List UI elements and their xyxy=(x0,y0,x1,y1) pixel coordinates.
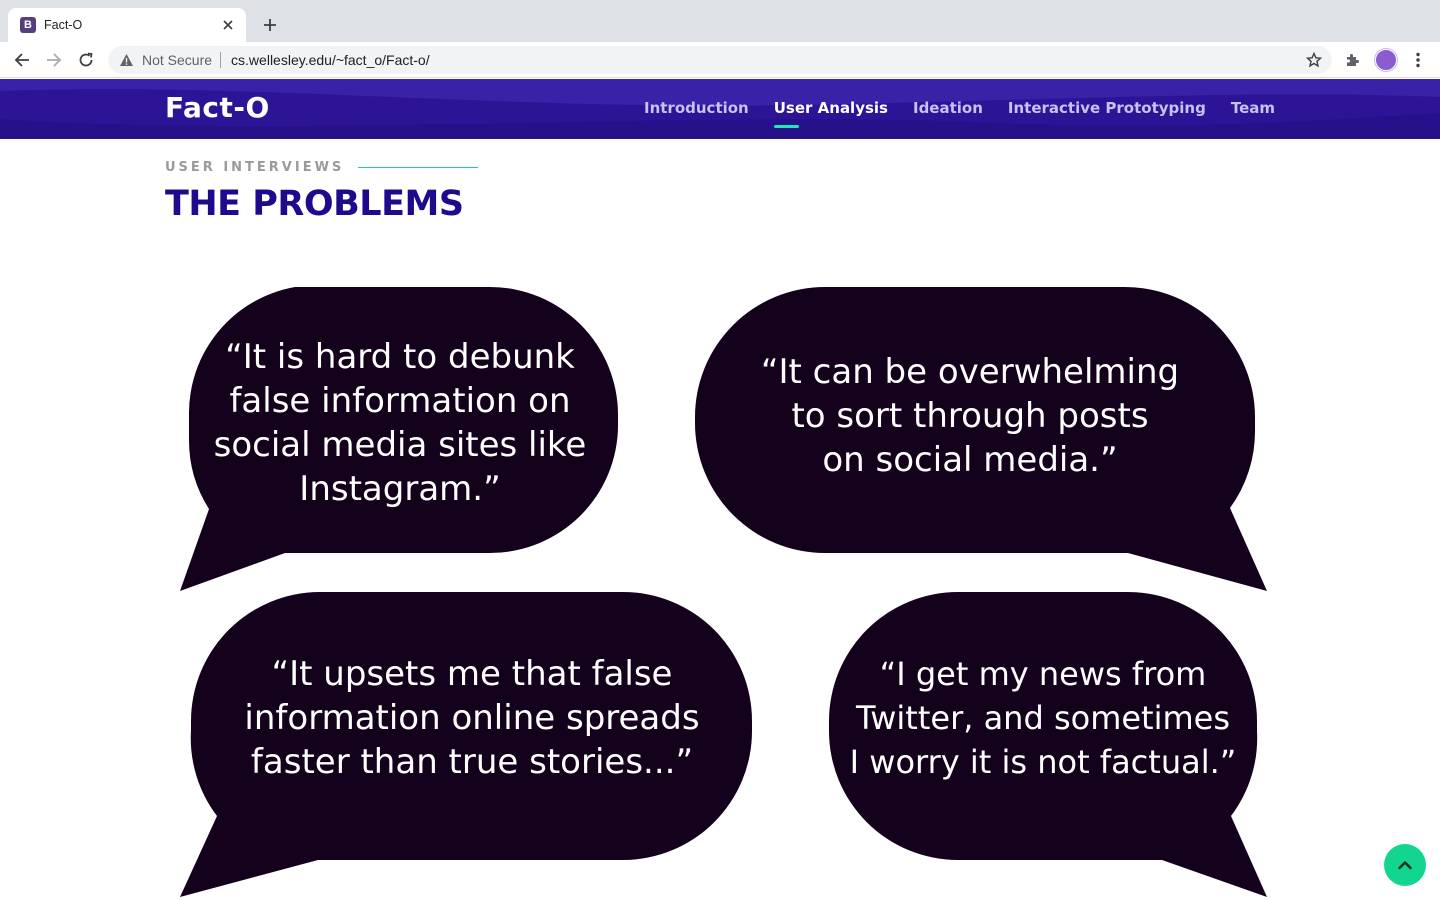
new-tab-icon[interactable] xyxy=(258,13,282,37)
main-nav: Introduction User Analysis Ideation Inte… xyxy=(619,99,1275,128)
nav-team[interactable]: Team xyxy=(1231,99,1275,117)
nav-introduction[interactable]: Introduction xyxy=(644,99,749,117)
bookmark-star-icon[interactable] xyxy=(1304,50,1324,70)
profile-avatar[interactable] xyxy=(1375,49,1397,71)
browser-tabstrip: B Fact-O xyxy=(0,0,1440,42)
forward-arrow-icon[interactable] xyxy=(42,48,66,72)
quote-line: social media sites like xyxy=(213,425,587,465)
site-logo[interactable]: Fact-O xyxy=(165,91,270,124)
nav-interactive-prototyping[interactable]: Interactive Prototyping xyxy=(1008,99,1206,117)
quote-3: “It upsets me that false information onl… xyxy=(208,652,736,784)
security-label[interactable]: Not Secure xyxy=(142,52,212,68)
bootstrap-favicon-icon: B xyxy=(20,17,36,33)
quote-line: “It is hard to debunk xyxy=(225,337,575,377)
quote-line: “It can be overwhelming xyxy=(760,352,1180,392)
nav-ideation[interactable]: Ideation xyxy=(913,99,983,117)
quote-line: faster than true stories...” xyxy=(250,742,694,782)
page-title: THE PROBLEMS xyxy=(165,184,464,224)
nav-user-analysis[interactable]: User Analysis xyxy=(773,99,888,128)
address-bar[interactable]: Not Secure cs.wellesley.edu/~fact_o/Fact… xyxy=(108,46,1332,74)
browser-toolbar: Not Secure cs.wellesley.edu/~fact_o/Fact… xyxy=(0,42,1440,78)
quote-4: “I get my news from Twitter, and sometim… xyxy=(834,652,1252,784)
reload-icon[interactable] xyxy=(74,48,98,72)
tab-title: Fact-O xyxy=(44,18,83,32)
quote-line: to sort through posts xyxy=(791,396,1149,436)
back-arrow-icon[interactable] xyxy=(10,48,34,72)
close-tab-icon[interactable] xyxy=(218,15,238,35)
quote-line: “I get my news from xyxy=(879,655,1207,693)
quote-1: “It is hard to debunk false information … xyxy=(206,335,594,511)
more-menu-icon[interactable] xyxy=(1408,50,1428,70)
eyebrow-divider xyxy=(358,167,479,168)
quote-line: Twitter, and sometimes xyxy=(855,699,1231,737)
extensions-puzzle-icon[interactable] xyxy=(1343,50,1363,70)
quote-line: I worry it is not factual.” xyxy=(849,743,1237,781)
back-to-top-button[interactable] xyxy=(1384,844,1426,886)
eyebrow-label: USER INTERVIEWS xyxy=(165,160,345,175)
warning-icon[interactable] xyxy=(118,52,134,68)
quote-line: “It upsets me that false xyxy=(271,654,673,694)
quote-2: “It can be overwhelming to sort through … xyxy=(730,350,1210,482)
quote-line: false information on xyxy=(229,381,571,421)
quote-line: Instagram.” xyxy=(299,469,501,509)
divider xyxy=(220,52,222,68)
url-text[interactable]: cs.wellesley.edu/~fact_o/Fact-o/ xyxy=(231,52,1304,68)
quote-line: information online spreads xyxy=(244,698,700,738)
section-eyebrow: USER INTERVIEWS xyxy=(165,160,479,175)
browser-tab[interactable]: B Fact-O xyxy=(8,8,246,42)
site-header: Fact-O Introduction User Analysis Ideati… xyxy=(0,79,1440,139)
chevron-up-icon xyxy=(1398,861,1412,870)
quote-line: on social media.” xyxy=(822,440,1118,480)
